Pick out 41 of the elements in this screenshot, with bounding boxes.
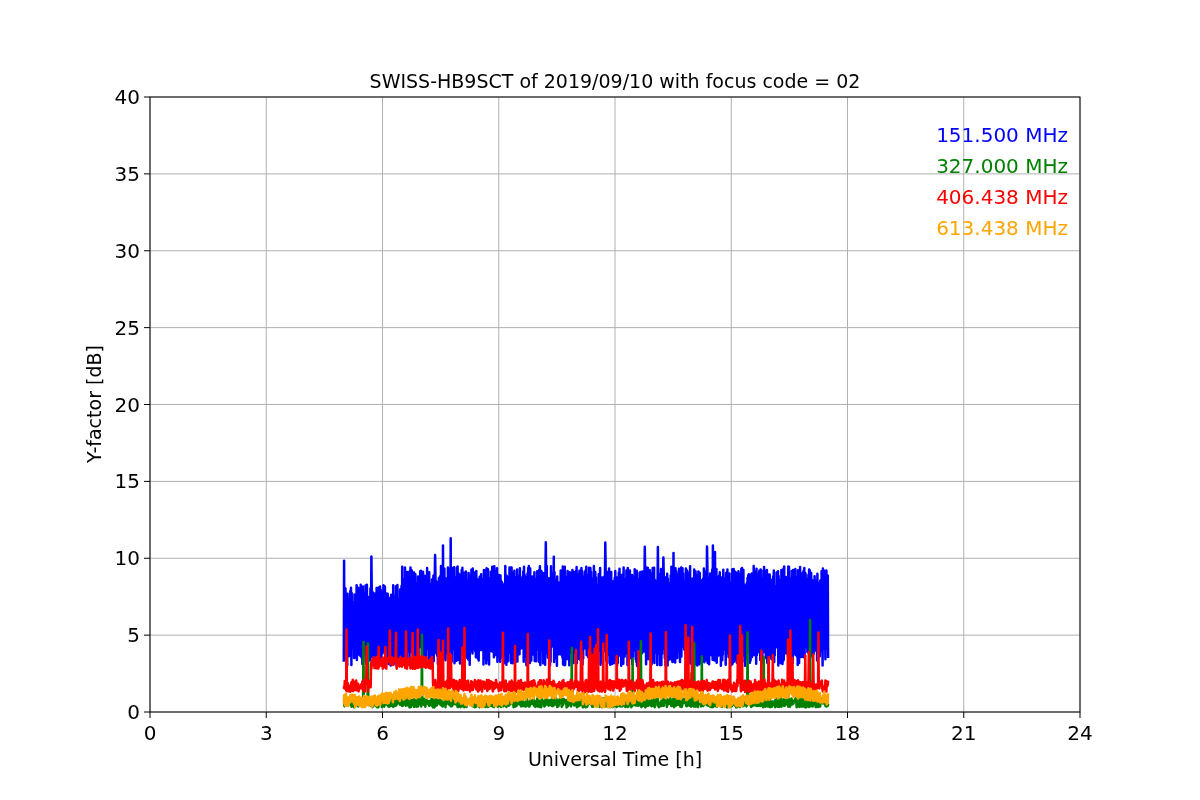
tick-mark xyxy=(143,96,151,98)
tick-label: 0 xyxy=(143,721,157,745)
tick-label: 25 xyxy=(114,315,140,340)
tick-label: 35 xyxy=(114,161,140,186)
tick-mark xyxy=(143,173,151,175)
tick-mark xyxy=(143,250,151,252)
tick-mark xyxy=(143,327,151,329)
legend-label: 406.438 MHz xyxy=(936,185,1068,209)
tick-mark xyxy=(143,557,151,559)
tick-label: 0 xyxy=(127,700,140,724)
tick-mark xyxy=(963,711,965,719)
tick-mark xyxy=(143,404,151,405)
tick-mark xyxy=(614,711,616,719)
tick-label: 9 xyxy=(492,721,506,745)
tick-label: 15 xyxy=(114,469,140,494)
tick-label: 10 xyxy=(114,546,140,571)
tick-label: 21 xyxy=(951,721,977,745)
y-axis-label: Y-factor [dB] xyxy=(83,345,105,463)
chart-title: SWISS-HB9SCT of 2019/09/10 with focus code = 02 xyxy=(369,70,861,92)
tick-mark xyxy=(382,711,383,719)
tick-mark xyxy=(730,711,732,719)
tick-label: 6 xyxy=(376,721,389,745)
tick-label: 24 xyxy=(1067,721,1093,745)
tick-label: 30 xyxy=(114,238,140,263)
tick-label: 20 xyxy=(114,392,140,417)
tick-mark xyxy=(498,711,500,719)
tick-mark xyxy=(1079,711,1081,719)
legend-label: 613.438 MHz xyxy=(936,216,1068,240)
tick-mark xyxy=(265,711,267,719)
tick-label: 18 xyxy=(834,721,861,745)
tick-mark xyxy=(143,480,151,482)
tick-label: 12 xyxy=(602,721,628,745)
x-axis-label: Universal Time [h] xyxy=(527,748,703,770)
tick-mark xyxy=(143,634,151,636)
tick-label: 3 xyxy=(259,721,273,745)
tick-mark xyxy=(847,711,848,719)
tick-label: 15 xyxy=(718,721,744,745)
legend-label: 327.000 MHz xyxy=(936,154,1068,178)
tick-label: 40 xyxy=(114,85,140,109)
tick-label: 5 xyxy=(127,623,140,648)
legend-label: 151.500 MHz xyxy=(936,123,1068,147)
